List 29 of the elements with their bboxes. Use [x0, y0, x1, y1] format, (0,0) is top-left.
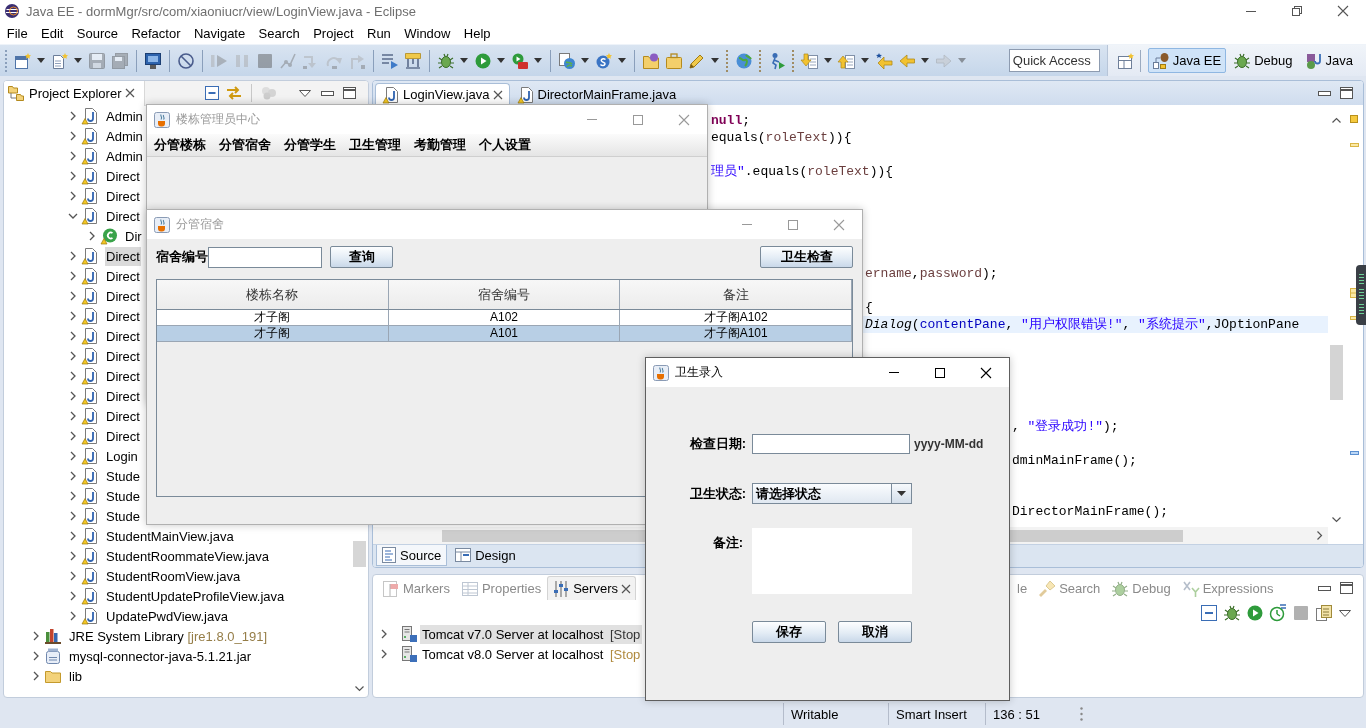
status-text: Smart Insert: [896, 706, 967, 722]
window-title: Java EE - dormMgr/src/com/xiaoniucr/view/LoginView.java - Eclipse: [26, 3, 416, 19]
code-line: , "登录成功!");: [1011, 418, 1119, 435]
code-line: equals(roleText)){: [710, 129, 852, 146]
field-label: 备注:: [711, 534, 744, 552]
table-cell: 才子阁: [157, 326, 389, 341]
table-cell: 才子阁A101: [620, 326, 852, 341]
code-line: 理员".equals(roleText)){: [710, 163, 894, 180]
status-text: Writable: [791, 706, 839, 722]
table-cell: 才子阁: [157, 310, 389, 325]
column-header: 备注: [620, 280, 852, 309]
window-title: 卫生录入: [675, 364, 723, 381]
status-text: 136 : 51: [993, 706, 1040, 722]
table-cell: A101: [388, 326, 621, 341]
field-label: 宿舍编号: [156, 248, 208, 266]
window-title: 楼栋管理员中心: [176, 111, 260, 128]
code-line: DirectorMainFrame();: [1011, 503, 1169, 520]
code-line: null;: [710, 112, 751, 129]
column-header: 楼栋名称: [157, 280, 389, 309]
format-hint: yyyy-MM-dd: [914, 437, 984, 451]
table-cell: A102: [388, 310, 621, 325]
field-label: 检查日期:: [688, 435, 746, 453]
code-line: ername,password);: [864, 265, 998, 282]
field-label: 卫生状态:: [688, 484, 746, 503]
table-cell: 才子阁A102: [620, 310, 852, 325]
code-line: dminMainFrame();: [1011, 452, 1137, 469]
window-title: 分管宿舍: [176, 216, 224, 233]
column-header: 宿舍编号: [388, 280, 621, 309]
code-line: {: [864, 299, 873, 316]
